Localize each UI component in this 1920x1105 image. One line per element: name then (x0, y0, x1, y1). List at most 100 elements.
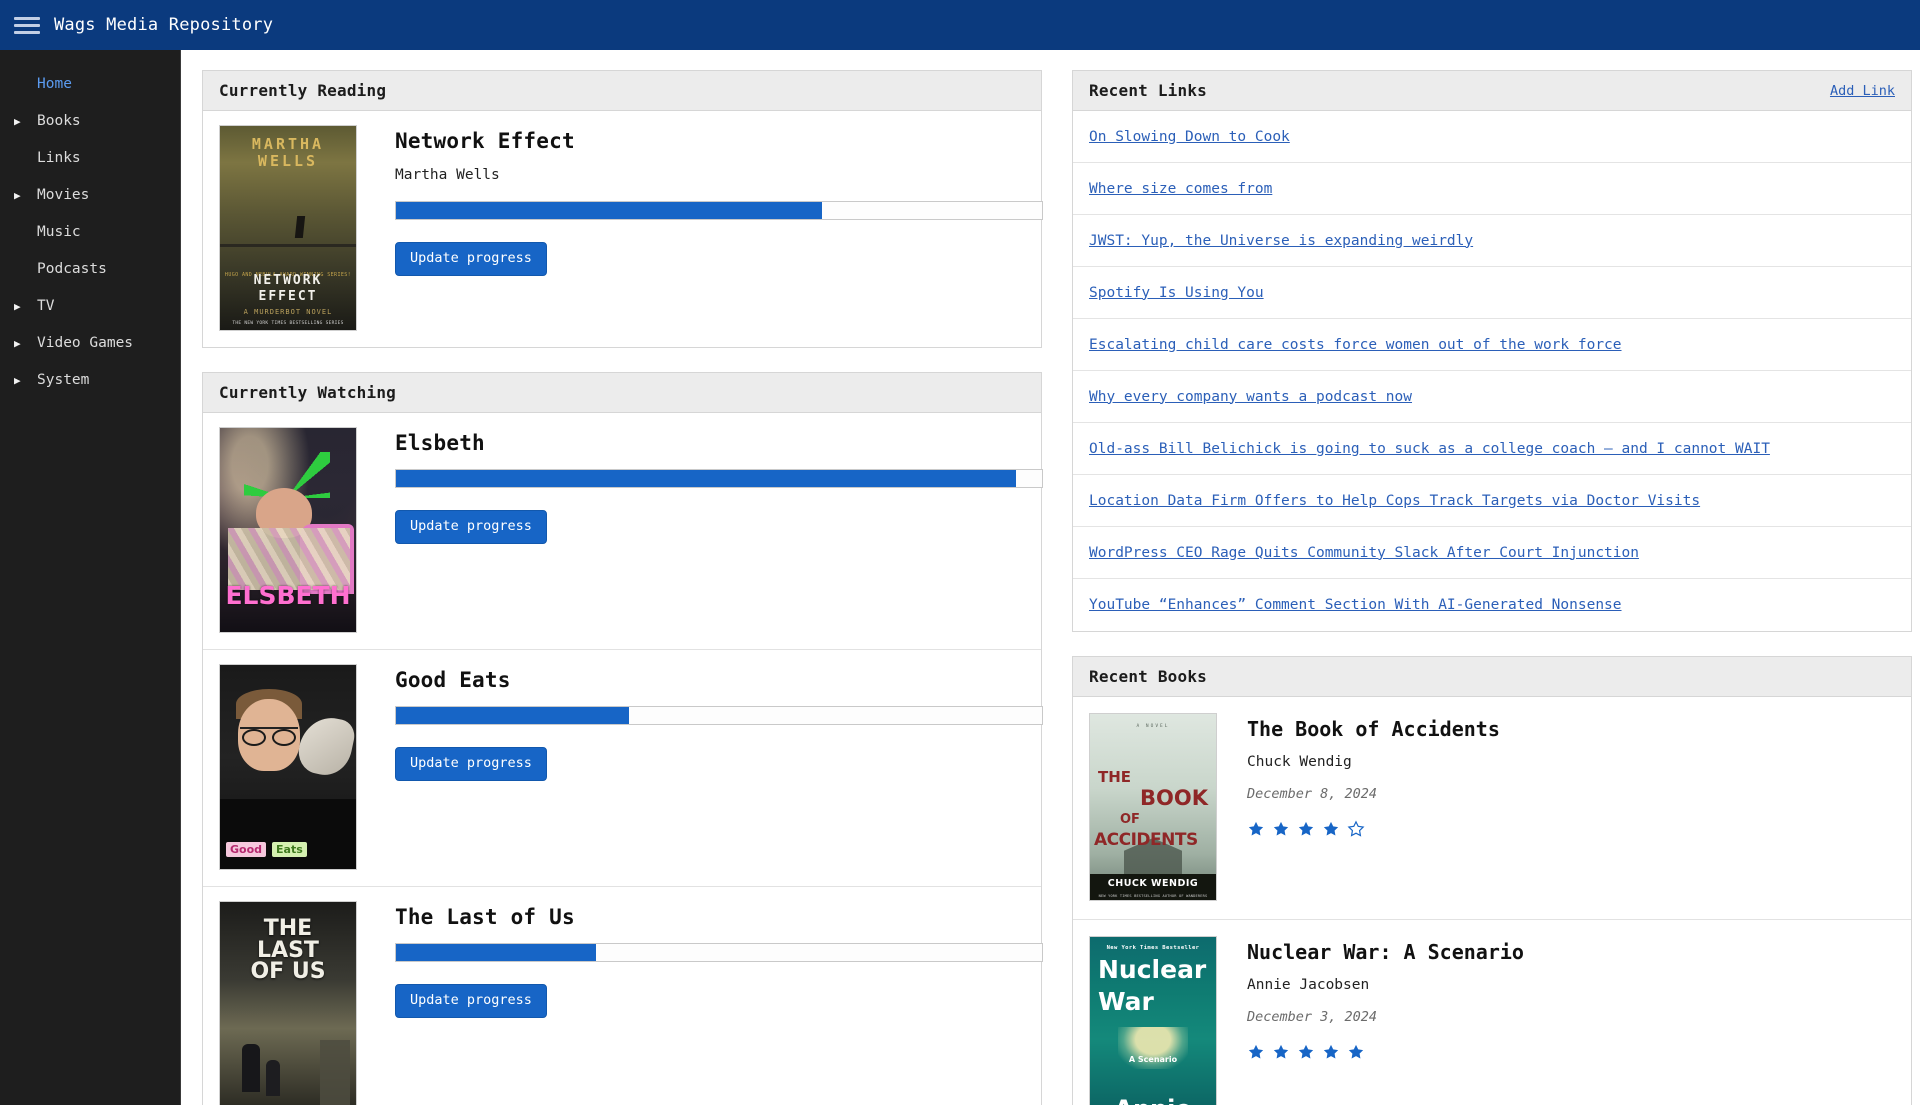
currently-reading-title: Currently Reading (219, 81, 387, 100)
progress-bar (395, 469, 1043, 488)
sidebar-item-video-games[interactable]: ▶ Video Games (0, 331, 180, 355)
currently-watching-card: Currently Watching ELSBETH Elsbeth Update … (202, 372, 1043, 1105)
sidebar-item-label: Video Games (37, 335, 134, 351)
page-title: Wags Media Repository (54, 15, 274, 35)
recent-link[interactable]: WordPress CEO Rage Quits Community Slack… (1089, 545, 1639, 561)
cover-art-elsbeth: ELSBETH (220, 428, 356, 632)
recent-link[interactable]: Location Data Firm Offers to Help Cops T… (1089, 493, 1700, 509)
list-item: On Slowing Down to Cook (1073, 111, 1911, 163)
recent-link[interactable]: Spotify Is Using You (1089, 285, 1264, 301)
list-item: WordPress CEO Rage Quits Community Slack… (1073, 527, 1911, 579)
cover-image: ELSBETH (219, 427, 357, 633)
recent-link[interactable]: Escalating child care costs force women … (1089, 337, 1622, 353)
currently-reading-header: Currently Reading (203, 71, 1041, 111)
chevron-right-icon[interactable]: ▶ (14, 115, 30, 128)
list-item: Spotify Is Using You (1073, 267, 1911, 319)
cover-art-lastofus: THE LAST OF US (220, 902, 356, 1105)
list-item: Location Data Firm Offers to Help Cops T… (1073, 475, 1911, 527)
sidebar-item-system[interactable]: ▶ System (0, 368, 180, 392)
cover-image: Good Eats (219, 664, 357, 870)
book-title: The Book of Accidents (1247, 717, 1500, 741)
update-progress-button[interactable]: Update progress (395, 747, 547, 781)
chevron-right-icon[interactable]: ▶ (14, 374, 30, 387)
sidebar-item-label: Home (37, 76, 72, 92)
recent-books-title: Recent Books (1089, 667, 1207, 686)
book-author: Annie Jacobsen (1247, 977, 1370, 993)
sidebar-item-links[interactable]: ▶Links (0, 146, 180, 170)
media-title: Elsbeth (395, 431, 485, 455)
media-row: ELSBETH Elsbeth Update progress (203, 413, 1043, 650)
cover-image: THE LAST OF US (219, 901, 357, 1105)
chevron-right-icon[interactable]: ▶ (14, 189, 30, 202)
add-link-button[interactable]: Add Link (1830, 83, 1895, 99)
sidebar-item-label: Podcasts (37, 261, 107, 277)
recent-books-header: Recent Books (1073, 657, 1911, 697)
progress-bar-fill (396, 707, 629, 724)
media-row: MARTHA WELLS HUGO AND NEBULA AWARD WINNING… (203, 111, 1043, 347)
star-filled-icon (1248, 821, 1264, 836)
progress-bar-fill (396, 470, 1017, 487)
cover-art-nuclear: New York Times Bestseller Nuclear War A Sce… (1090, 937, 1216, 1105)
recent-links-header: Recent Links Add Link (1073, 71, 1911, 111)
book-body: The Book of Accidents Chuck Wendig Decembe… (1217, 713, 1500, 901)
sidebar-item-label: Links (37, 150, 81, 166)
update-progress-button[interactable]: Update progress (395, 984, 547, 1018)
progress-bar-fill (396, 202, 823, 219)
star-filled-icon (1248, 1044, 1264, 1059)
recent-link[interactable]: YouTube “Enhances” Comment Section With … (1089, 597, 1622, 613)
app-header: Wags Media Repository (0, 0, 1920, 50)
rating-stars[interactable] (1247, 1043, 1524, 1061)
recent-links-card: Recent Links Add Link On Slowing Down to… (1072, 70, 1912, 632)
recent-link[interactable]: Why every company wants a podcast now (1089, 389, 1412, 405)
update-progress-button[interactable]: Update progress (395, 510, 547, 544)
book-cover-image: New York Times Bestseller Nuclear War A Sce… (1089, 936, 1217, 1105)
media-body: Elsbeth Update progress (357, 427, 1043, 633)
media-author: Martha Wells (395, 167, 500, 183)
star-filled-icon (1273, 1044, 1289, 1059)
recent-link[interactable]: Where size comes from (1089, 181, 1272, 197)
rating-stars[interactable] (1247, 820, 1500, 838)
progress-bar-fill (396, 944, 597, 961)
star-empty-icon (1347, 820, 1365, 837)
recent-links-title: Recent Links (1089, 81, 1207, 100)
recent-link[interactable]: On Slowing Down to Cook (1089, 129, 1290, 145)
chevron-right-icon[interactable]: ▶ (14, 337, 30, 350)
update-progress-button[interactable]: Update progress (395, 242, 547, 276)
list-item: YouTube “Enhances” Comment Section With … (1073, 579, 1911, 631)
table-row: A NOVEL THE BOOK OF ACCIDENTS CHUCK WENDIG NEW… (1073, 697, 1911, 920)
sidebar-item-label: Music (37, 224, 81, 240)
sidebar-item-books[interactable]: ▶ Books (0, 109, 180, 133)
sidebar-item-label: TV (37, 298, 55, 314)
list-item: Why every company wants a podcast now (1073, 371, 1911, 423)
sidebar-item-music[interactable]: ▶Music (0, 220, 180, 244)
progress-bar (395, 706, 1043, 725)
sidebar-item-tv[interactable]: ▶ TV (0, 294, 180, 318)
cover-image: MARTHA WELLS HUGO AND NEBULA AWARD WINNING… (219, 125, 357, 331)
hamburger-icon[interactable] (14, 14, 40, 36)
book-date: December 8, 2024 (1247, 786, 1378, 802)
star-filled-icon (1323, 821, 1339, 836)
media-title: The Last of Us (395, 905, 575, 929)
media-title: Network Effect (395, 129, 575, 153)
main-content: Currently Reading MARTHA WELLS HUGO AND NE… (182, 50, 1920, 1105)
currently-reading-card: Currently Reading MARTHA WELLS HUGO AND NE… (202, 70, 1043, 348)
media-body: Good Eats Update progress (357, 664, 1043, 870)
sidebar-item-home[interactable]: ▶Home (0, 72, 180, 96)
media-title: Good Eats (395, 668, 511, 692)
sidebar-item-podcasts[interactable]: ▶Podcasts (0, 257, 180, 281)
list-item: Where size comes from (1073, 163, 1911, 215)
sidebar-item-movies[interactable]: ▶ Movies (0, 183, 180, 207)
sidebar-item-label: Books (37, 113, 81, 129)
progress-bar (395, 201, 1043, 220)
star-filled-icon (1323, 1044, 1339, 1059)
cover-art-accidents: A NOVEL THE BOOK OF ACCIDENTS CHUCK WENDIG NEW… (1090, 714, 1216, 900)
currently-watching-header: Currently Watching (203, 373, 1041, 413)
media-row: Good Eats Good Eats Update progress (203, 650, 1043, 887)
recent-link[interactable]: JWST: Yup, the Universe is expanding wei… (1089, 233, 1473, 249)
recent-link[interactable]: Old-ass Bill Belichick is going to suck … (1089, 441, 1770, 457)
list-item: Escalating child care costs force women … (1073, 319, 1911, 371)
cover-art-goodeats: Good Eats (220, 665, 356, 869)
chevron-right-icon[interactable]: ▶ (14, 300, 30, 313)
right-column: Recent Links Add Link On Slowing Down to… (1072, 70, 1912, 1105)
star-filled-icon (1298, 1044, 1314, 1059)
